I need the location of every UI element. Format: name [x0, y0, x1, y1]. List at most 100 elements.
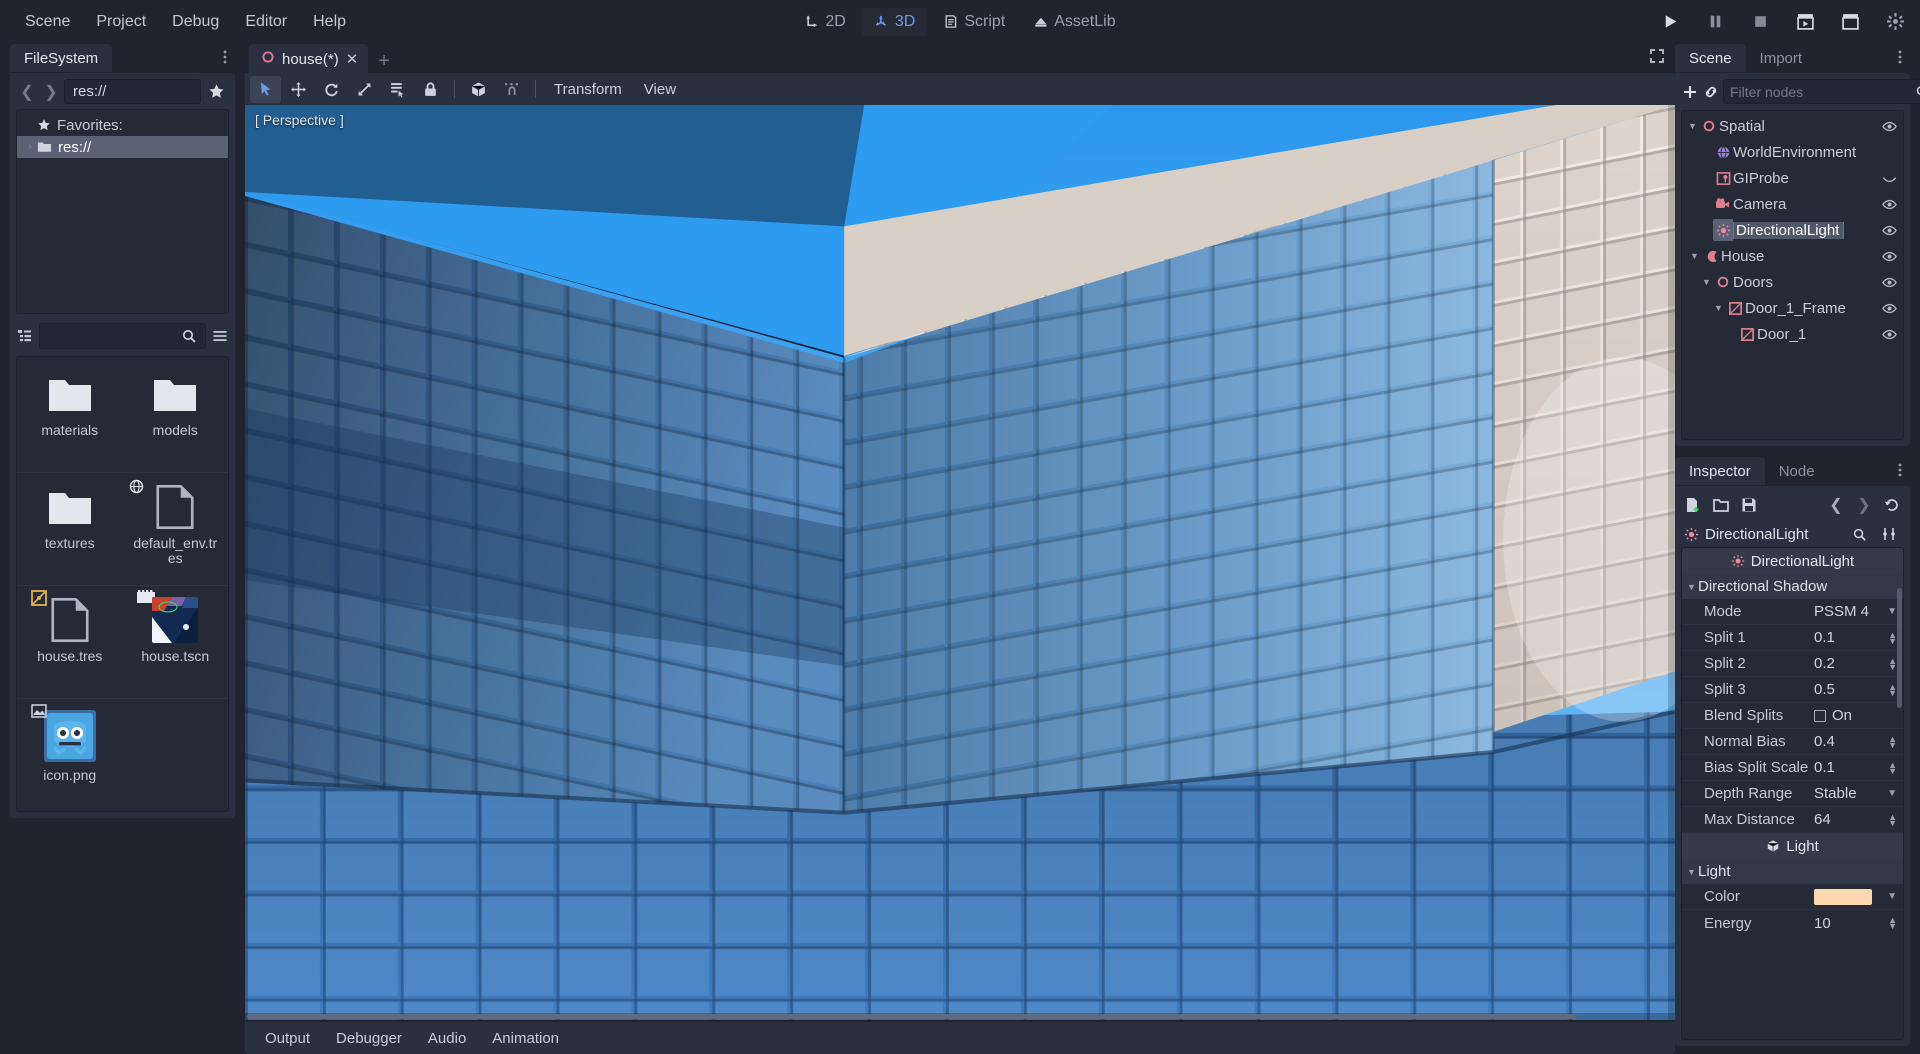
favorite-star-icon[interactable]: [203, 79, 229, 104]
property-split-2[interactable]: Split 2 0.2 ▲ ▼: [1682, 651, 1903, 677]
checkbox-icon[interactable]: [1814, 709, 1826, 722]
tab-inspector[interactable]: Inspector: [1675, 457, 1765, 485]
chevron-down-icon[interactable]: ▼: [1685, 582, 1698, 592]
tab-assetlib[interactable]: AssetLib: [1021, 8, 1127, 36]
scene-tab-house[interactable]: house(*) ✕: [249, 44, 369, 73]
dock-menu-icon[interactable]: [1892, 460, 1908, 485]
file-item-textures[interactable]: textures: [17, 473, 123, 585]
spinner-icon[interactable]: ▲ ▼: [1888, 734, 1897, 749]
eye-icon[interactable]: [1879, 197, 1899, 212]
property-split-1[interactable]: Split 1 0.1 ▲ ▼: [1682, 625, 1903, 651]
property-value[interactable]: 0.1 ▲ ▼: [1814, 629, 1903, 646]
pause-icon[interactable]: [1702, 9, 1728, 35]
menu-debug[interactable]: Debug: [159, 9, 232, 35]
scene-node-worldenvironment[interactable]: WorldEnvironment: [1682, 139, 1903, 165]
spinner-icon[interactable]: ▲ ▼: [1888, 656, 1897, 671]
tab-debugger[interactable]: Debugger: [324, 1025, 414, 1052]
play-custom-icon[interactable]: [1837, 9, 1863, 35]
lock-icon[interactable]: [415, 76, 446, 103]
distraction-free-icon[interactable]: [1649, 48, 1665, 69]
file-grid[interactable]: materials models textures default_env.tr…: [16, 356, 229, 812]
search-icon[interactable]: [1847, 522, 1871, 546]
file-item-materials[interactable]: materials: [17, 360, 123, 472]
property-value[interactable]: 0.4 ▲ ▼: [1814, 733, 1903, 750]
tab-2d[interactable]: 2D: [792, 8, 857, 36]
property-value[interactable]: 0.1 ▲ ▼: [1814, 759, 1903, 776]
transform-menu[interactable]: Transform: [544, 77, 632, 102]
spinner-icon[interactable]: ▲ ▼: [1888, 916, 1897, 931]
play-icon[interactable]: [1657, 9, 1683, 35]
property-value[interactable]: On: [1814, 707, 1903, 724]
tab-output[interactable]: Output: [253, 1025, 322, 1052]
history-icon[interactable]: [1880, 493, 1904, 517]
eye-icon[interactable]: [1879, 249, 1899, 264]
property-depth-range[interactable]: Depth Range Stable ▼: [1682, 781, 1903, 807]
3d-viewport[interactable]: [ Perspective ]: [245, 105, 1675, 1020]
chevron-down-icon[interactable]: ▼: [1887, 606, 1897, 617]
tab-audio[interactable]: Audio: [416, 1025, 478, 1052]
load-resource-icon[interactable]: [1709, 493, 1733, 517]
dock-menu-icon[interactable]: [1892, 47, 1908, 72]
menu-help[interactable]: Help: [300, 9, 359, 35]
menu-scene[interactable]: Scene: [12, 9, 83, 35]
tab-script[interactable]: Script: [931, 8, 1017, 36]
stop-icon[interactable]: [1747, 9, 1773, 35]
path-field[interactable]: res://: [64, 79, 201, 104]
tab-scene[interactable]: Scene: [1675, 44, 1746, 72]
play-scene-icon[interactable]: [1792, 9, 1818, 35]
property-normal-bias[interactable]: Normal Bias 0.4 ▲ ▼: [1682, 729, 1903, 755]
scale-icon[interactable]: [349, 76, 380, 103]
property-bias-split-scale[interactable]: Bias Split Scale 0.1 ▲ ▼: [1682, 755, 1903, 781]
file-item-default-env[interactable]: default_env.tres: [123, 473, 229, 585]
object-tools-icon[interactable]: [1877, 522, 1901, 546]
new-scene-tab-button[interactable]: +: [368, 51, 400, 73]
file-item-house-tres[interactable]: house.tres: [17, 586, 123, 698]
file-item-icon-png[interactable]: icon.png: [17, 699, 123, 811]
tab-animation[interactable]: Animation: [480, 1025, 571, 1052]
inspector-scrollbar[interactable]: [1897, 588, 1902, 708]
eye-icon[interactable]: [1879, 327, 1899, 342]
view-menu[interactable]: View: [634, 77, 686, 102]
property-value[interactable]: 10 ▲ ▼: [1814, 915, 1903, 932]
eye-closed-icon[interactable]: [1879, 171, 1899, 186]
chevron-down-icon[interactable]: ▼: [1712, 303, 1725, 313]
property-energy[interactable]: Energy 10 ▲ ▼: [1682, 910, 1903, 936]
scene-node-house[interactable]: ▼ House: [1682, 243, 1903, 269]
scene-node-door1[interactable]: Door_1: [1682, 321, 1903, 347]
tab-node[interactable]: Node: [1765, 457, 1829, 485]
tab-3d[interactable]: 3D: [861, 7, 928, 36]
menu-project[interactable]: Project: [83, 9, 159, 35]
nav-back-icon[interactable]: ❮: [16, 80, 38, 104]
property-blend-splits[interactable]: Blend Splits On: [1682, 703, 1903, 729]
property-color[interactable]: Color ▼: [1682, 884, 1903, 910]
property-max-distance[interactable]: Max Distance 64 ▲ ▼: [1682, 807, 1903, 833]
file-item-models[interactable]: models: [123, 360, 229, 472]
eye-icon[interactable]: [1879, 301, 1899, 316]
move-icon[interactable]: [283, 76, 314, 103]
property-value[interactable]: Stable ▼: [1814, 785, 1903, 802]
chevron-down-icon[interactable]: ▼: [1887, 788, 1897, 799]
eye-icon[interactable]: [1879, 223, 1899, 238]
chevron-down-icon[interactable]: ▼: [1686, 121, 1699, 131]
viewport-vertical-scrollbar[interactable]: [1668, 105, 1675, 1020]
file-search-input[interactable]: [48, 328, 181, 344]
spinner-icon[interactable]: ▲ ▼: [1888, 760, 1897, 775]
save-resource-icon[interactable]: [1737, 493, 1761, 517]
spinner-icon[interactable]: ▲ ▼: [1888, 630, 1897, 645]
tab-filesystem[interactable]: FileSystem: [10, 44, 113, 72]
viewport-horizontal-scrollbar[interactable]: [245, 1013, 1675, 1020]
nav-forward-icon[interactable]: ❯: [40, 80, 62, 104]
rotate-icon[interactable]: [316, 76, 347, 103]
tree-expander[interactable]: ›: [23, 141, 37, 153]
close-icon[interactable]: ✕: [346, 52, 359, 67]
split-mode-icon[interactable]: [16, 324, 34, 348]
scene-node-tree[interactable]: ▼ Spatial WorldEnvironment GIProbe Camer…: [1681, 110, 1904, 440]
menu-editor[interactable]: Editor: [232, 9, 300, 35]
inspector-section-light[interactable]: ▼ Light: [1682, 859, 1903, 884]
chevron-down-icon[interactable]: ▼: [1685, 867, 1698, 877]
eye-icon[interactable]: [1879, 119, 1899, 134]
file-item-house-tscn[interactable]: house.tscn: [123, 586, 229, 698]
list-select-icon[interactable]: [382, 76, 413, 103]
property-mode[interactable]: Mode PSSM 4 ▼: [1682, 599, 1903, 625]
tree-row[interactable]: Favorites:: [17, 114, 228, 136]
